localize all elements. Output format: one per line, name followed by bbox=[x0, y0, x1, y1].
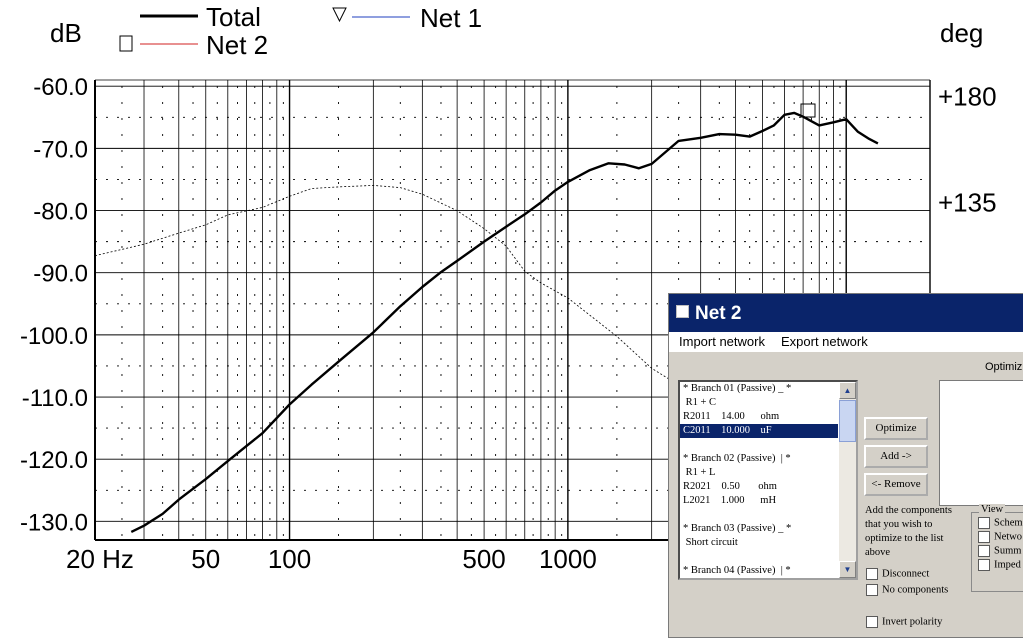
checkbox-icon bbox=[978, 517, 990, 529]
y-tick-labels: -60.0 -70.0 -80.0 -90.0 -100.0 -110.0 -120.0 -1… bbox=[20, 74, 88, 536]
y-axis-label: dB bbox=[50, 18, 82, 48]
list-item[interactable]: R1 + C bbox=[680, 396, 838, 410]
checkbox-icon bbox=[978, 531, 990, 543]
list-item[interactable]: Short circuit bbox=[680, 536, 838, 550]
net2-dialog: Net 2 Import network Export network Opti… bbox=[668, 293, 1023, 638]
legend: Total Net 1 Net 2 bbox=[119, 2, 482, 60]
menu-bar: Import network Export network bbox=[669, 332, 1023, 352]
view-summary-checkbox[interactable]: Summ bbox=[978, 545, 1021, 557]
list-item[interactable]: * Branch 03 (Passive) _ * bbox=[680, 522, 838, 536]
view-schematic-checkbox[interactable]: Schem bbox=[978, 517, 1023, 529]
remove-button[interactable]: <- Remove bbox=[864, 473, 928, 496]
scroll-down-icon[interactable]: ▼ bbox=[839, 561, 856, 578]
y2-tick-label: +135 bbox=[938, 188, 997, 218]
legend-net1-label: Net 1 bbox=[420, 3, 482, 33]
list-scrollbar[interactable]: ▲ ▼ bbox=[839, 382, 856, 578]
x-tick-label: 20 Hz bbox=[66, 544, 134, 574]
y-tick-label: -60.0 bbox=[33, 74, 88, 101]
menu-import-network[interactable]: Import network bbox=[679, 334, 765, 349]
y2-axis-label: deg bbox=[940, 18, 983, 48]
legend-net2-marker bbox=[119, 35, 133, 52]
x-tick-label: 500 bbox=[462, 544, 505, 574]
no-components-checkbox[interactable]: No components bbox=[866, 584, 948, 596]
menu-export-network[interactable]: Export network bbox=[781, 334, 868, 349]
checkbox-icon bbox=[978, 559, 990, 571]
list-item[interactable]: R2021 0.50 ohm bbox=[680, 480, 838, 494]
legend-net2-label: Net 2 bbox=[206, 30, 268, 60]
list-item[interactable]: * Branch 02 (Passive) | * bbox=[680, 452, 838, 466]
list-item[interactable]: R1 + L bbox=[680, 466, 838, 480]
x-tick-label: 100 bbox=[268, 544, 311, 574]
list-item[interactable]: C2011 10.000 uF bbox=[680, 424, 838, 438]
y-tick-label: -120.0 bbox=[20, 447, 88, 474]
add-components-hint: Add the components that you wish to opti… bbox=[865, 505, 952, 558]
disconnect-checkbox[interactable]: Disconnect bbox=[866, 568, 929, 580]
view-group-label: View bbox=[979, 504, 1006, 515]
optimize-button[interactable]: Optimize bbox=[864, 417, 928, 440]
checkbox-icon bbox=[866, 584, 878, 596]
checkbox-icon bbox=[866, 568, 878, 580]
legend-total-label: Total bbox=[206, 2, 261, 32]
optimize-list[interactable] bbox=[939, 380, 1023, 506]
add-button[interactable]: Add -> bbox=[864, 445, 928, 468]
list-item[interactable] bbox=[680, 508, 838, 522]
list-item[interactable]: L2021 1.000 mH bbox=[680, 494, 838, 508]
checkbox-icon bbox=[978, 545, 990, 557]
optimize-label: Optimiz bbox=[985, 361, 1023, 373]
window-icon bbox=[676, 305, 689, 318]
y-tick-label: -90.0 bbox=[33, 261, 88, 288]
x-tick-label: 50 bbox=[191, 544, 220, 574]
view-network-checkbox[interactable]: Netwo bbox=[978, 531, 1022, 543]
legend-net1-marker bbox=[332, 7, 347, 23]
x-tick-labels: 20 Hz 50 100 500 1000 bbox=[66, 544, 597, 574]
list-item[interactable]: * Branch 04 (Passive) | * bbox=[680, 564, 838, 578]
list-item[interactable] bbox=[680, 550, 838, 564]
scroll-thumb[interactable] bbox=[839, 400, 856, 442]
dialog-title: Net 2 bbox=[695, 303, 742, 324]
checkbox-icon bbox=[866, 616, 878, 628]
x-tick-label: 1000 bbox=[539, 544, 597, 574]
branch-listbox[interactable]: * Branch 01 (Passive) _ * R1 + C R2011 14… bbox=[678, 380, 858, 580]
y-tick-label: -130.0 bbox=[20, 509, 88, 536]
view-impedance-checkbox[interactable]: Imped bbox=[978, 559, 1021, 571]
list-item[interactable]: R2011 14.00 ohm bbox=[680, 410, 838, 424]
dialog-title-bar[interactable]: Net 2 bbox=[669, 294, 1023, 332]
y2-tick-label: +180 bbox=[938, 82, 997, 112]
list-item[interactable] bbox=[680, 438, 838, 452]
y-tick-label: -110.0 bbox=[22, 385, 88, 412]
scroll-up-icon[interactable]: ▲ bbox=[839, 382, 856, 399]
branch-list: * Branch 01 (Passive) _ * R1 + C R2011 14… bbox=[680, 382, 838, 578]
y-tick-label: -70.0 bbox=[33, 136, 88, 163]
invert-polarity-checkbox[interactable]: Invert polarity bbox=[866, 616, 942, 628]
y-tick-label: -80.0 bbox=[33, 199, 88, 226]
y-tick-label: -100.0 bbox=[20, 323, 88, 350]
list-item[interactable]: * Branch 01 (Passive) _ * bbox=[680, 382, 838, 396]
